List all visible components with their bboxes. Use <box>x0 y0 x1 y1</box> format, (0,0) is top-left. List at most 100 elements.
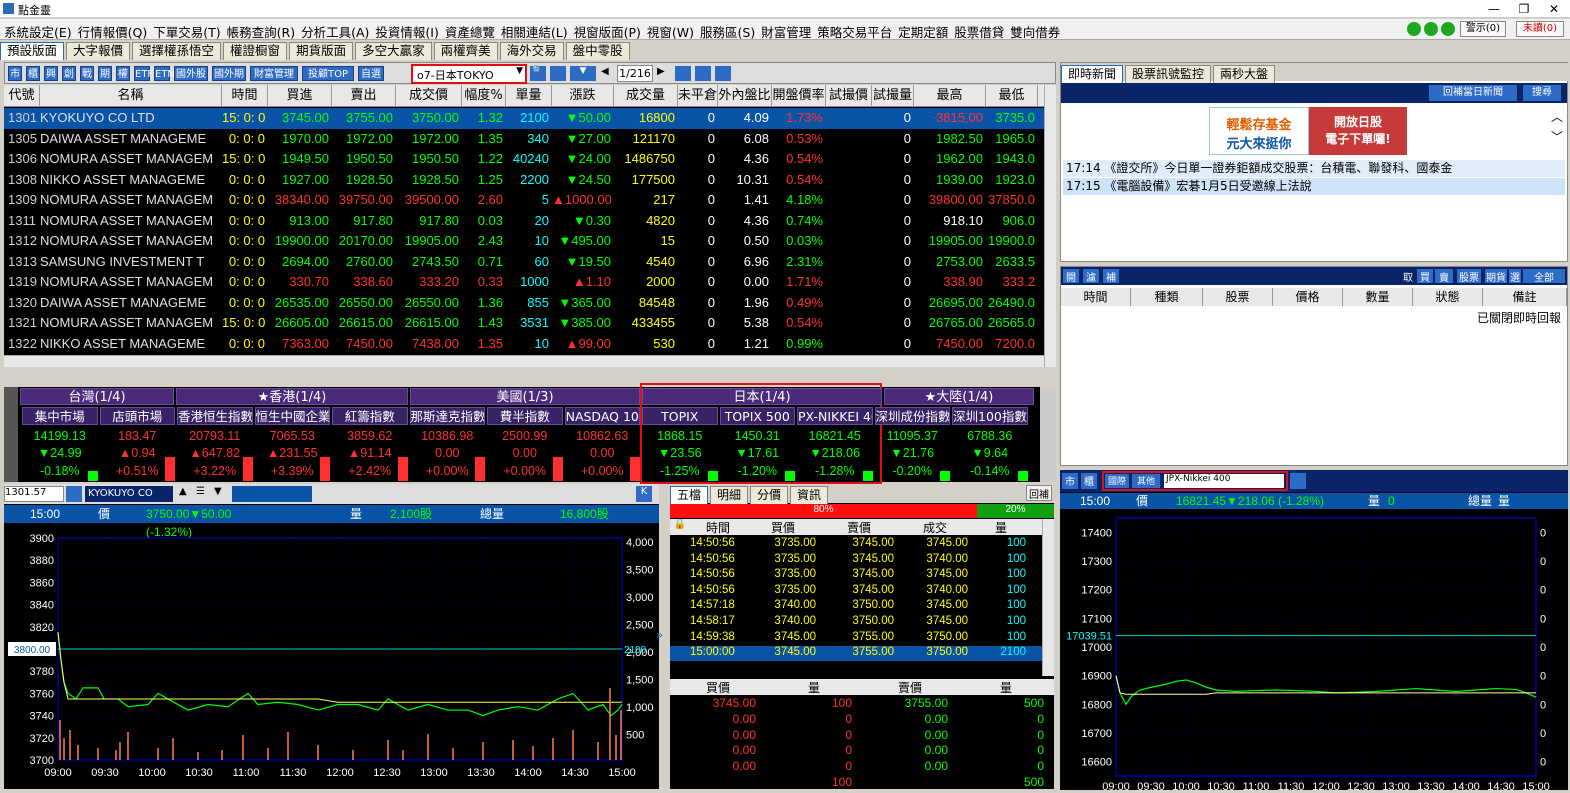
column-header[interactable]: 買進 <box>268 85 332 106</box>
up-icon[interactable]: ▲ <box>179 486 193 502</box>
tick-row[interactable]: 14:50:56 3735.00 3745.00 3745.00 100 <box>670 568 1042 583</box>
index-name[interactable]: 那斯達克指數 <box>409 407 485 425</box>
order-action-button[interactable]: 全部 <box>1523 269 1565 284</box>
column-header[interactable]: 代號 <box>4 85 40 106</box>
toolbar-button[interactable]: 期 <box>98 66 112 81</box>
index-select[interactable]: JPX-Nikkei 400 <box>1164 474 1284 488</box>
column-header[interactable]: 漲跌 <box>552 85 614 106</box>
list-icon[interactable]: ☰ <box>196 486 210 502</box>
news-tab[interactable]: 即時新聞 <box>1061 65 1124 83</box>
index-name[interactable]: TOPIX 500 <box>719 407 795 425</box>
toolbar-button[interactable]: 財富管理 <box>250 66 298 81</box>
order-action-button[interactable]: 選 <box>1509 269 1521 284</box>
menu-item[interactable]: 視窗版面(P) <box>574 22 641 41</box>
toolbar-button[interactable]: 國外股 <box>174 66 208 81</box>
index-group-header[interactable]: 台灣(1/4) <box>20 388 174 405</box>
lock-icon[interactable]: 🔒 <box>670 519 690 535</box>
grid-hscrollbar[interactable] <box>4 355 1044 367</box>
table-row[interactable]: 1321 NOMURA ASSET MANAGEM 15: 0: 0 26605.00… <box>4 313 1044 334</box>
grid-scrollbar[interactable] <box>1044 85 1056 367</box>
unread-button[interactable]: 未讀(0) <box>1516 21 1564 37</box>
index-name[interactable]: 紅籌指數 <box>332 407 408 425</box>
table-row[interactable]: 1312 NOMURA ASSET MANAGEM 0: 0: 0 19900.00 2… <box>4 231 1044 252</box>
index-scrollbar[interactable] <box>1040 387 1056 482</box>
index-name[interactable]: 店頭市場 <box>99 407 175 425</box>
market-button[interactable]: 市 <box>1062 473 1078 489</box>
news-item[interactable]: 17:14 《證交所》今日單一證券鉅額成交股票：台積電、聯發科、國泰金 <box>1063 160 1565 177</box>
table-row[interactable]: 1308 NIKKO ASSET MANAGEME 0: 0: 0 1927.00 19… <box>4 170 1044 191</box>
table-row[interactable]: 1309 NOMURA ASSET MANAGEM 0: 0: 0 38340.00 3… <box>4 190 1044 211</box>
expand-icon[interactable]: » <box>656 628 668 642</box>
column-header[interactable]: 最高 <box>914 85 986 106</box>
toolbar-button[interactable]: 興 <box>44 66 58 81</box>
order-filter-button[interactable]: 濾 <box>1083 269 1099 284</box>
index-group-header[interactable]: ★香港(1/4) <box>176 388 408 405</box>
index-group-header[interactable]: 美國(1/3) <box>410 388 640 405</box>
tick-row[interactable]: 14:50:56 3735.00 3745.00 3740.00 100 <box>670 584 1042 599</box>
menu-item[interactable]: 投資情報(I) <box>375 22 438 41</box>
restore-news-button[interactable]: 回補當日新聞 <box>1429 85 1517 101</box>
column-header[interactable]: 時間 <box>222 85 268 106</box>
toolbar-button[interactable]: 權 <box>116 66 130 81</box>
restore-button[interactable]: 回補 <box>1026 485 1052 501</box>
layout-tab[interactable]: 海外交易 <box>499 42 564 60</box>
layout-tab[interactable]: 預設版面 <box>0 42 65 60</box>
menu-item[interactable]: 股票借貸 <box>954 22 1004 41</box>
next-page-icon[interactable]: ▶ <box>657 66 669 81</box>
column-header[interactable]: 成交價 <box>396 85 462 106</box>
table-row[interactable]: 1305 DAIWA ASSET MANAGEME 0: 0: 0 1970.00 19… <box>4 129 1044 150</box>
index-group-header[interactable]: 日本(1/4) <box>642 388 882 405</box>
index-name[interactable]: TOPIX <box>642 407 718 425</box>
period-select[interactable] <box>232 486 312 502</box>
minimize-button[interactable]: — <box>1480 1 1508 17</box>
layout-icon[interactable] <box>695 66 711 81</box>
menu-item[interactable]: 帳務查詢(R) <box>227 22 295 41</box>
index-name[interactable]: 費半指數 <box>487 407 563 425</box>
toolbar-button[interactable]: 創 <box>62 66 76 81</box>
alert-button[interactable]: 警示(0) <box>1460 21 1506 37</box>
layout-tab[interactable]: 期貨版面 <box>289 42 354 60</box>
search-icon[interactable]: 🔍 <box>530 66 546 81</box>
table-row[interactable]: 1320 DAIWA ASSET MANAGEME 0: 0: 0 26535.00 2… <box>4 293 1044 314</box>
index-name[interactable]: 深圳100指數 <box>952 407 1028 425</box>
menu-item[interactable]: 定期定額 <box>898 22 948 41</box>
table-row[interactable]: 1301 KYOKUYO CO LTD 15: 0: 0 3745.00 3755.00… <box>4 108 1044 129</box>
prev-page-icon[interactable]: ◀ <box>601 66 613 81</box>
layout-tab[interactable]: 權證橱窗 <box>223 42 288 60</box>
maximize-button[interactable]: ❐ <box>1510 1 1538 17</box>
otc-button[interactable]: 櫃 <box>1081 473 1097 489</box>
index-name[interactable]: 集中市場 <box>22 407 98 425</box>
search-icon[interactable] <box>1290 473 1306 489</box>
tick-row[interactable]: 14:57:18 3740.00 3750.00 3745.00 100 <box>670 599 1042 614</box>
column-header[interactable]: 最低 <box>986 85 1038 106</box>
tick-row[interactable]: 15:00:00 3745.00 3755.00 3750.00 2100 <box>670 646 1042 662</box>
scroll-arrows-icon[interactable]: ︿ ﹀ <box>1551 107 1565 147</box>
ad-banner[interactable]: 開放日股 電子下單囉! <box>1309 107 1407 155</box>
index-group-header[interactable]: ★大陸(1/4) <box>884 388 1034 405</box>
tick-row[interactable]: 14:58:17 3740.00 3750.00 3745.00 100 <box>670 615 1042 630</box>
zoom-icon[interactable] <box>715 66 731 81</box>
close-button[interactable]: ✕ <box>1540 1 1568 17</box>
index-name[interactable]: 深圳成份指數 <box>874 407 950 425</box>
grid-icon[interactable] <box>550 66 566 81</box>
other-button[interactable]: 其他 <box>1132 474 1160 488</box>
toolbar-button[interactable]: ETN <box>154 66 175 81</box>
toolbar-button[interactable]: ETF <box>134 66 153 81</box>
detail-tab[interactable]: 明細 <box>710 486 749 504</box>
sort-button[interactable]: ▼ <box>570 66 596 81</box>
search-news-button[interactable]: 搜尋 <box>1523 85 1561 101</box>
menu-item[interactable]: 視窗(W) <box>647 22 694 41</box>
table-row[interactable]: 1313 SAMSUNG INVESTMENT T 0: 0: 0 2694.00 27… <box>4 252 1044 273</box>
order-action-button[interactable]: 取消-> <box>1399 269 1417 310</box>
toolbar-button[interactable]: 戰 <box>80 66 94 81</box>
menu-item[interactable]: 分析工具(A) <box>301 22 369 41</box>
order-action-button[interactable]: 期貨 <box>1485 269 1507 284</box>
layout-tab[interactable]: 兩權齊美 <box>433 42 498 60</box>
chevron-down-icon[interactable]: ▼ <box>214 486 228 502</box>
menu-item[interactable]: 策略交易平台 <box>817 22 892 41</box>
column-header[interactable]: 未平倉 <box>678 85 718 106</box>
international-button[interactable]: 國際 <box>1105 474 1129 488</box>
menu-item[interactable]: 相關連結(L) <box>501 22 568 41</box>
news-tab[interactable]: 股票訊號監控 <box>1125 65 1212 83</box>
toolbar-button[interactable]: 投顧TOP <box>302 66 354 81</box>
